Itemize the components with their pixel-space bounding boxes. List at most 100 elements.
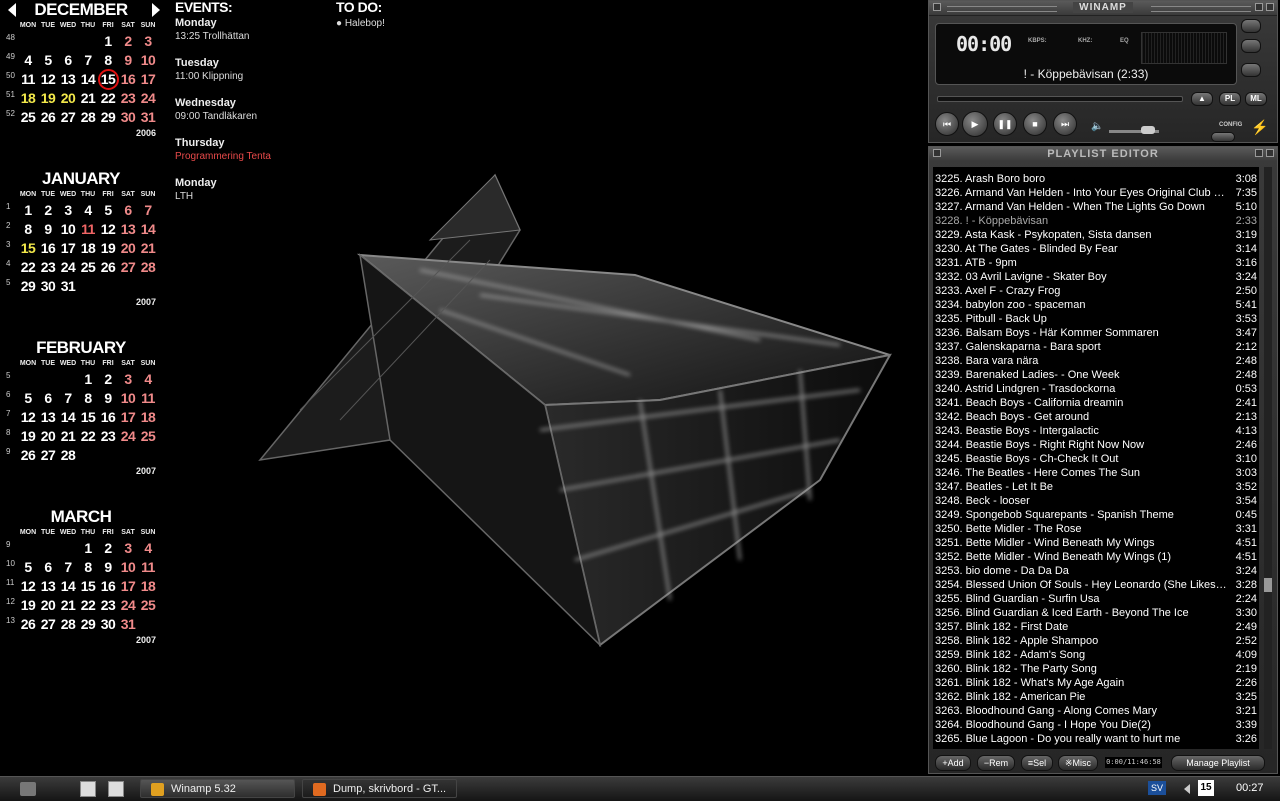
calendar-day[interactable]: 14 bbox=[58, 408, 78, 427]
playlist-row[interactable]: 3260. Blink 182 - The Party Song 2:19 bbox=[933, 662, 1259, 676]
calendar-day[interactable]: 28 bbox=[138, 258, 158, 277]
clock[interactable]: 00:27 bbox=[1236, 777, 1264, 800]
side-button-1[interactable] bbox=[1241, 19, 1261, 33]
calendar-day[interactable] bbox=[138, 615, 158, 634]
calendar-day[interactable]: 5 bbox=[18, 389, 38, 408]
calendar-day[interactable] bbox=[78, 277, 98, 296]
calendar-day[interactable]: 19 bbox=[38, 89, 58, 108]
calendar-day[interactable]: 19 bbox=[18, 427, 38, 446]
play-button[interactable]: ▶ bbox=[962, 111, 988, 137]
playlist-row[interactable]: 3246. The Beatles - Here Comes The Sun 3:… bbox=[933, 466, 1259, 480]
calendar-day[interactable]: 21 bbox=[58, 596, 78, 615]
event-item[interactable]: 09:00 Tandläkaren bbox=[175, 111, 325, 125]
playlist-row[interactable]: 3233. Axel F - Crazy Frog 2:50 bbox=[933, 284, 1259, 298]
calendar-day[interactable]: 15 bbox=[18, 239, 38, 258]
playlist-row[interactable]: 3251. Bette Midler - Wind Beneath My Win… bbox=[933, 536, 1259, 550]
calendar-day[interactable]: 6 bbox=[38, 389, 58, 408]
playlist-row[interactable]: 3253. bio dome - Da Da Da 3:24 bbox=[933, 564, 1259, 578]
next-button[interactable]: ⏭ bbox=[1053, 112, 1077, 136]
ml-button[interactable]: ML bbox=[1245, 92, 1267, 106]
calendar-day[interactable]: 17 bbox=[118, 408, 138, 427]
playlist-row[interactable]: 3256. Blind Guardian & Iced Earth - Beyo… bbox=[933, 606, 1259, 620]
calendar-day[interactable] bbox=[78, 32, 98, 51]
calendar-day[interactable]: 26 bbox=[98, 258, 118, 277]
calendar-day[interactable]: 15 bbox=[78, 577, 98, 596]
playlist-row[interactable]: 3265. Blue Lagoon - Do you really want t… bbox=[933, 732, 1259, 746]
calendar-day[interactable]: 24 bbox=[118, 596, 138, 615]
calendar-day[interactable]: 19 bbox=[98, 239, 118, 258]
eject-button[interactable]: ▲ bbox=[1191, 92, 1213, 106]
calendar-day[interactable]: 28 bbox=[78, 108, 98, 127]
playlist-row[interactable]: 3229. Asta Kask - Psykopaten, Sista dans… bbox=[933, 228, 1259, 242]
calendar-day[interactable]: 23 bbox=[98, 427, 118, 446]
calendar-day[interactable]: 13 bbox=[58, 70, 78, 89]
manage-playlist-button[interactable]: Manage Playlist bbox=[1171, 755, 1265, 771]
calendar-day[interactable]: 24 bbox=[58, 258, 78, 277]
calendar-day[interactable]: 2 bbox=[98, 370, 118, 389]
calendar-day[interactable] bbox=[118, 277, 138, 296]
calendar-day[interactable]: 12 bbox=[18, 408, 38, 427]
calendar-day[interactable]: 30 bbox=[38, 277, 58, 296]
winamp-title-bar[interactable]: WINAMP bbox=[929, 1, 1277, 16]
calendar-day[interactable]: 31 bbox=[138, 108, 158, 127]
calendar-day[interactable]: 1 bbox=[78, 539, 98, 558]
taskbar-button[interactable]: Winamp 5.32 bbox=[140, 779, 295, 798]
calendar-day[interactable]: 2 bbox=[38, 201, 58, 220]
calendar-day[interactable]: 8 bbox=[18, 220, 38, 239]
playlist-row[interactable]: 3239. Barenaked Ladies- - One Week 2:48 bbox=[933, 368, 1259, 382]
playlist-row[interactable]: 3258. Blink 182 - Apple Shampoo 2:52 bbox=[933, 634, 1259, 648]
quicklaunch-icon-2[interactable] bbox=[108, 781, 124, 797]
playlist-row[interactable]: 3252. Bette Midler - Wind Beneath My Win… bbox=[933, 550, 1259, 564]
song-title[interactable]: ! - Köppebävisan (2:33) bbox=[936, 67, 1236, 81]
misc-button[interactable]: ※Misc bbox=[1058, 755, 1098, 771]
visualizer[interactable] bbox=[1141, 32, 1227, 64]
calendar-day[interactable] bbox=[18, 539, 38, 558]
calendar-day[interactable]: 6 bbox=[118, 201, 138, 220]
close-icon[interactable] bbox=[1266, 3, 1274, 11]
calendar-day[interactable]: 4 bbox=[138, 539, 158, 558]
calendar-day[interactable]: 11 bbox=[138, 558, 158, 577]
playlist-row[interactable]: 3240. Astrid Lindgren - Trasdockorna 0:53 bbox=[933, 382, 1259, 396]
calendar-day[interactable] bbox=[38, 32, 58, 51]
calendar-day[interactable]: 2 bbox=[118, 32, 138, 51]
calendar-day[interactable]: 16 bbox=[98, 577, 118, 596]
calendar-day[interactable]: 23 bbox=[118, 89, 138, 108]
calendar-day[interactable]: 17 bbox=[138, 70, 158, 89]
playlist-row[interactable]: 3264. Bloodhound Gang - I Hope You Die(2… bbox=[933, 718, 1259, 732]
calendar-day[interactable]: 1 bbox=[78, 370, 98, 389]
calendar-day[interactable]: 29 bbox=[98, 108, 118, 127]
calendar-day[interactable]: 21 bbox=[78, 89, 98, 108]
calendar-day[interactable]: 24 bbox=[118, 427, 138, 446]
calendar-day[interactable]: 1 bbox=[18, 201, 38, 220]
calendar-day[interactable]: 5 bbox=[38, 51, 58, 70]
minimize-icon[interactable] bbox=[1255, 3, 1263, 11]
calendar-day[interactable]: 28 bbox=[58, 446, 78, 465]
calendar-day[interactable]: 22 bbox=[78, 427, 98, 446]
playlist-row[interactable]: 3241. Beach Boys - California dreamin 2:4… bbox=[933, 396, 1259, 410]
lightning-icon[interactable]: ⚡ bbox=[1251, 119, 1268, 136]
calendar-day[interactable]: 26 bbox=[18, 446, 38, 465]
playlist-row[interactable]: 3234. babylon zoo - spaceman 5:41 bbox=[933, 298, 1259, 312]
calendar-day[interactable]: 21 bbox=[58, 427, 78, 446]
calendar-day[interactable]: 16 bbox=[118, 70, 138, 89]
calendar-day[interactable]: 17 bbox=[58, 239, 78, 258]
calendar-day[interactable]: 14 bbox=[138, 220, 158, 239]
calendar-day[interactable]: 16 bbox=[38, 239, 58, 258]
speaker-icon[interactable]: 🔈 bbox=[1091, 121, 1103, 132]
calendar-day[interactable]: 27 bbox=[38, 446, 58, 465]
calendar-day[interactable]: 24 bbox=[138, 89, 158, 108]
calendar-day[interactable]: 25 bbox=[138, 596, 158, 615]
calendar-day[interactable]: 31 bbox=[58, 277, 78, 296]
calendar-day[interactable]: 9 bbox=[98, 558, 118, 577]
event-item[interactable]: 13:25 Trollhättan bbox=[175, 31, 325, 45]
calendar-day[interactable]: 7 bbox=[58, 558, 78, 577]
calendar-day[interactable]: 25 bbox=[138, 427, 158, 446]
calendar-day[interactable]: 27 bbox=[118, 258, 138, 277]
calendar-day[interactable]: 3 bbox=[118, 539, 138, 558]
calendar-day[interactable] bbox=[78, 446, 98, 465]
calendar-day[interactable]: 13 bbox=[38, 577, 58, 596]
playlist-list[interactable]: 3225. Arash Boro boro 3:08 3226. Armand Va… bbox=[933, 167, 1259, 749]
playlist-row[interactable]: 3237. Galenskaparna - Bara sport 2:12 bbox=[933, 340, 1259, 354]
calendar-day[interactable]: 18 bbox=[78, 239, 98, 258]
calendar-day[interactable] bbox=[98, 446, 118, 465]
